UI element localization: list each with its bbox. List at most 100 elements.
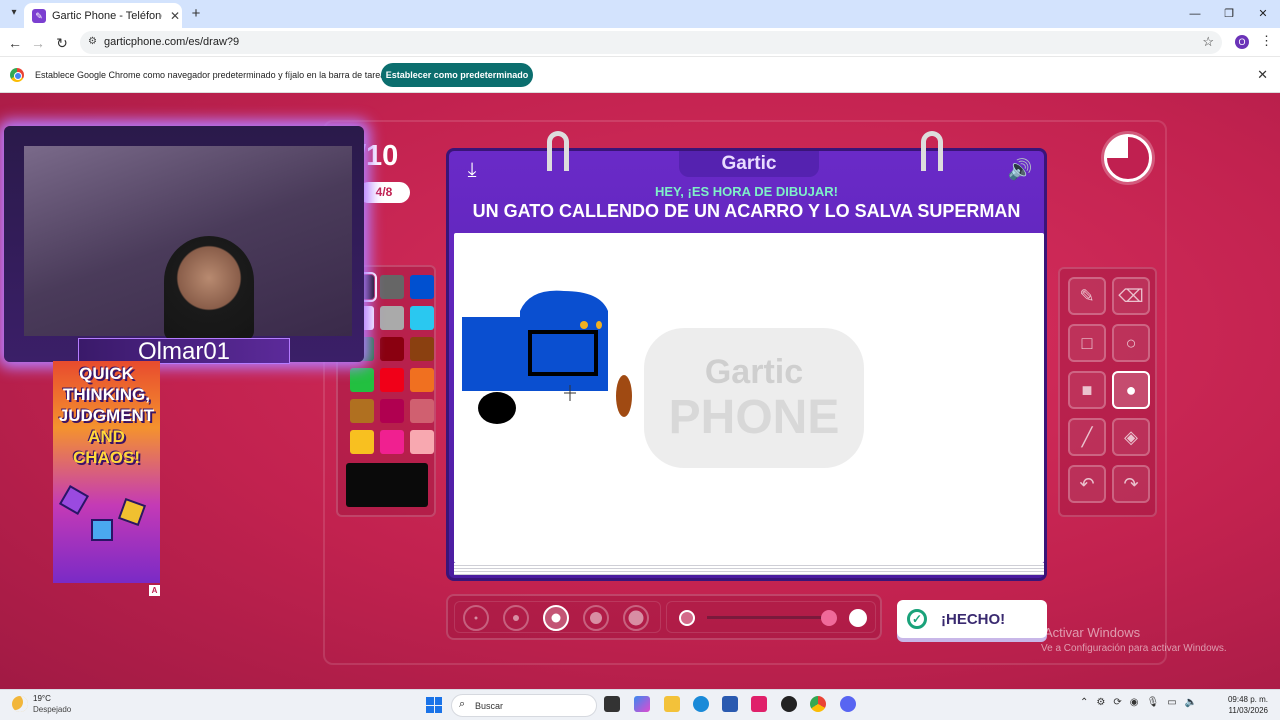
color-swatch[interactable]: [380, 306, 404, 330]
microphone-icon[interactable]: 🎙: [1146, 697, 1159, 708]
color-swatch[interactable]: [380, 275, 404, 299]
discord-icon[interactable]: [840, 696, 856, 712]
start-icon[interactable]: [426, 697, 442, 713]
drawing-canvas[interactable]: Gartic PHONE: [454, 233, 1044, 563]
prompt-text: UN GATO CALLENDO DE UN ACARRO Y LO SALVA…: [472, 201, 1021, 221]
undo-icon[interactable]: ↶: [1068, 465, 1106, 503]
color-swatch[interactable]: [410, 399, 434, 423]
circle-fill-icon[interactable]: ●: [1112, 371, 1150, 409]
url-text: garticphone.com/es/draw?9: [104, 36, 240, 48]
pencil-icon[interactable]: ✎: [1068, 277, 1106, 315]
color-swatch[interactable]: [410, 337, 434, 361]
watermark-line2: PHONE: [669, 391, 840, 444]
tray-network-icon[interactable]: ◉: [1130, 697, 1139, 708]
color-swatch[interactable]: [380, 368, 404, 392]
tray-app-icon[interactable]: ⚙: [1096, 697, 1105, 708]
infobar-close-icon[interactable]: ✕: [1257, 67, 1268, 83]
webcam-video: [24, 146, 352, 341]
opacity-slider[interactable]: [666, 601, 876, 633]
tab-close-icon[interactable]: ✕: [168, 9, 182, 23]
moon-weather-icon[interactable]: [12, 696, 28, 712]
opacity-track[interactable]: [707, 616, 837, 619]
profile-avatar[interactable]: O: [1235, 35, 1249, 49]
brush-size-option[interactable]: [623, 605, 649, 631]
board-hook-right: [921, 131, 943, 171]
tiktok-icon[interactable]: [751, 696, 767, 712]
app-icon[interactable]: [781, 696, 797, 712]
bookmark-star-icon[interactable]: ☆: [1202, 34, 1214, 50]
color-swatch[interactable]: [350, 368, 374, 392]
ad-star-icon: [117, 497, 147, 527]
new-tab-icon[interactable]: +: [188, 6, 204, 22]
color-swatch[interactable]: [380, 337, 404, 361]
brush-size-option[interactable]: [463, 605, 489, 631]
drawing-board: Gartic ⤓ 🔊 HEY, ¡ES HORA DE DIBUJAR! UN …: [446, 131, 1047, 581]
tab-search-icon[interactable]: ▾: [6, 5, 22, 21]
back-icon[interactable]: ←: [6, 34, 24, 52]
search-label: Buscar: [475, 701, 504, 711]
clock-time: 09:48 p. m.: [1227, 695, 1268, 704]
tray-sync-icon[interactable]: ⟳: [1113, 697, 1121, 708]
edge-icon[interactable]: [693, 696, 709, 712]
color-swatch[interactable]: [350, 430, 374, 454]
opacity-knob[interactable]: [820, 610, 837, 626]
color-swatch[interactable]: [410, 368, 434, 392]
line-icon[interactable]: ╱: [1068, 418, 1106, 456]
browser-tab-bar: ▾ ✎ Gartic Phone - Teléfono Descon ✕ + —…: [0, 0, 1280, 28]
weather-temp: 19°C: [33, 694, 51, 703]
advertisement[interactable]: QUICK THINKING, JUDGMENT AND CHAOS!: [53, 361, 160, 583]
tool-panel: ✎ ⌫ □ ○ ■ ● ╱ ◈ ↶ ↷: [1058, 267, 1157, 517]
drawing-svg: Gartic PHONE: [462, 290, 864, 468]
browser-tab[interactable]: ✎ Gartic Phone - Teléfono Descon ✕: [24, 3, 182, 28]
browser-toolbar: ← → ↻ ⚙ garticphone.com/es/draw?9 ☆: [0, 28, 1280, 57]
rect-outline-icon[interactable]: □: [1068, 324, 1106, 362]
board-hook-left: [547, 131, 569, 171]
brush-size-option[interactable]: [503, 605, 529, 631]
ad-line-1: QUICK: [79, 364, 134, 383]
ad-line-5: CHAOS!: [72, 448, 141, 467]
taskbar-clock[interactable]: 09:48 p. m. 11/03/2026: [1220, 694, 1268, 716]
ad-badge[interactable]: A: [149, 585, 160, 596]
restore-icon[interactable]: ❐: [1212, 0, 1246, 28]
eraser-icon[interactable]: ⌫: [1112, 277, 1150, 315]
download-icon[interactable]: ⤓: [459, 158, 485, 182]
copilot-icon[interactable]: [634, 696, 650, 712]
store-icon[interactable]: [722, 696, 738, 712]
redo-icon[interactable]: ↷: [1112, 465, 1150, 503]
display-icon[interactable]: ▭: [1167, 697, 1176, 708]
done-button[interactable]: ✓ ¡HECHO!: [897, 600, 1047, 638]
color-swatch[interactable]: [380, 399, 404, 423]
address-bar[interactable]: ⚙ garticphone.com/es/draw?9 ☆: [80, 31, 1222, 54]
system-tray: ⌃ ⚙ ⟳ ◉ 🎙 ▭ 🔈: [1080, 697, 1197, 708]
chrome-menu-icon[interactable]: ⋮: [1260, 33, 1273, 49]
forward-icon[interactable]: →: [29, 34, 47, 52]
brush-size-option[interactable]: [583, 605, 609, 631]
color-swatch[interactable]: [410, 306, 434, 330]
check-icon: ✓: [907, 609, 927, 629]
bucket-icon[interactable]: ◈: [1112, 418, 1150, 456]
tray-chevron-icon[interactable]: ⌃: [1080, 697, 1088, 708]
chrome-taskbar-icon[interactable]: [810, 696, 826, 712]
rect-fill-icon[interactable]: ■: [1068, 371, 1106, 409]
volume-icon[interactable]: 🔈: [1185, 697, 1197, 708]
file-explorer-icon[interactable]: [664, 696, 680, 712]
color-swatch[interactable]: [380, 430, 404, 454]
activate-title: Activar Windows: [1044, 625, 1141, 640]
color-swatch[interactable]: [410, 430, 434, 454]
taskbar-search[interactable]: ⌕ Buscar: [451, 694, 597, 717]
round-counter: /10: [358, 140, 399, 172]
site-info-icon[interactable]: ⚙: [88, 36, 100, 48]
set-default-button[interactable]: Establecer como predeterminado: [381, 63, 533, 87]
brush-size-option[interactable]: [543, 605, 569, 631]
minimize-icon[interactable]: —: [1178, 0, 1212, 28]
color-swatch[interactable]: [350, 399, 374, 423]
color-swatch[interactable]: [410, 275, 434, 299]
close-window-icon[interactable]: ✕: [1246, 0, 1280, 28]
sound-icon[interactable]: 🔊: [1007, 158, 1033, 182]
task-view-icon[interactable]: [604, 696, 620, 712]
circle-outline-icon[interactable]: ○: [1112, 324, 1150, 362]
chrome-logo-icon: [10, 68, 24, 82]
reload-icon[interactable]: ↻: [53, 34, 71, 52]
truck-light-1: [580, 321, 588, 329]
current-color-preview: [346, 463, 428, 507]
